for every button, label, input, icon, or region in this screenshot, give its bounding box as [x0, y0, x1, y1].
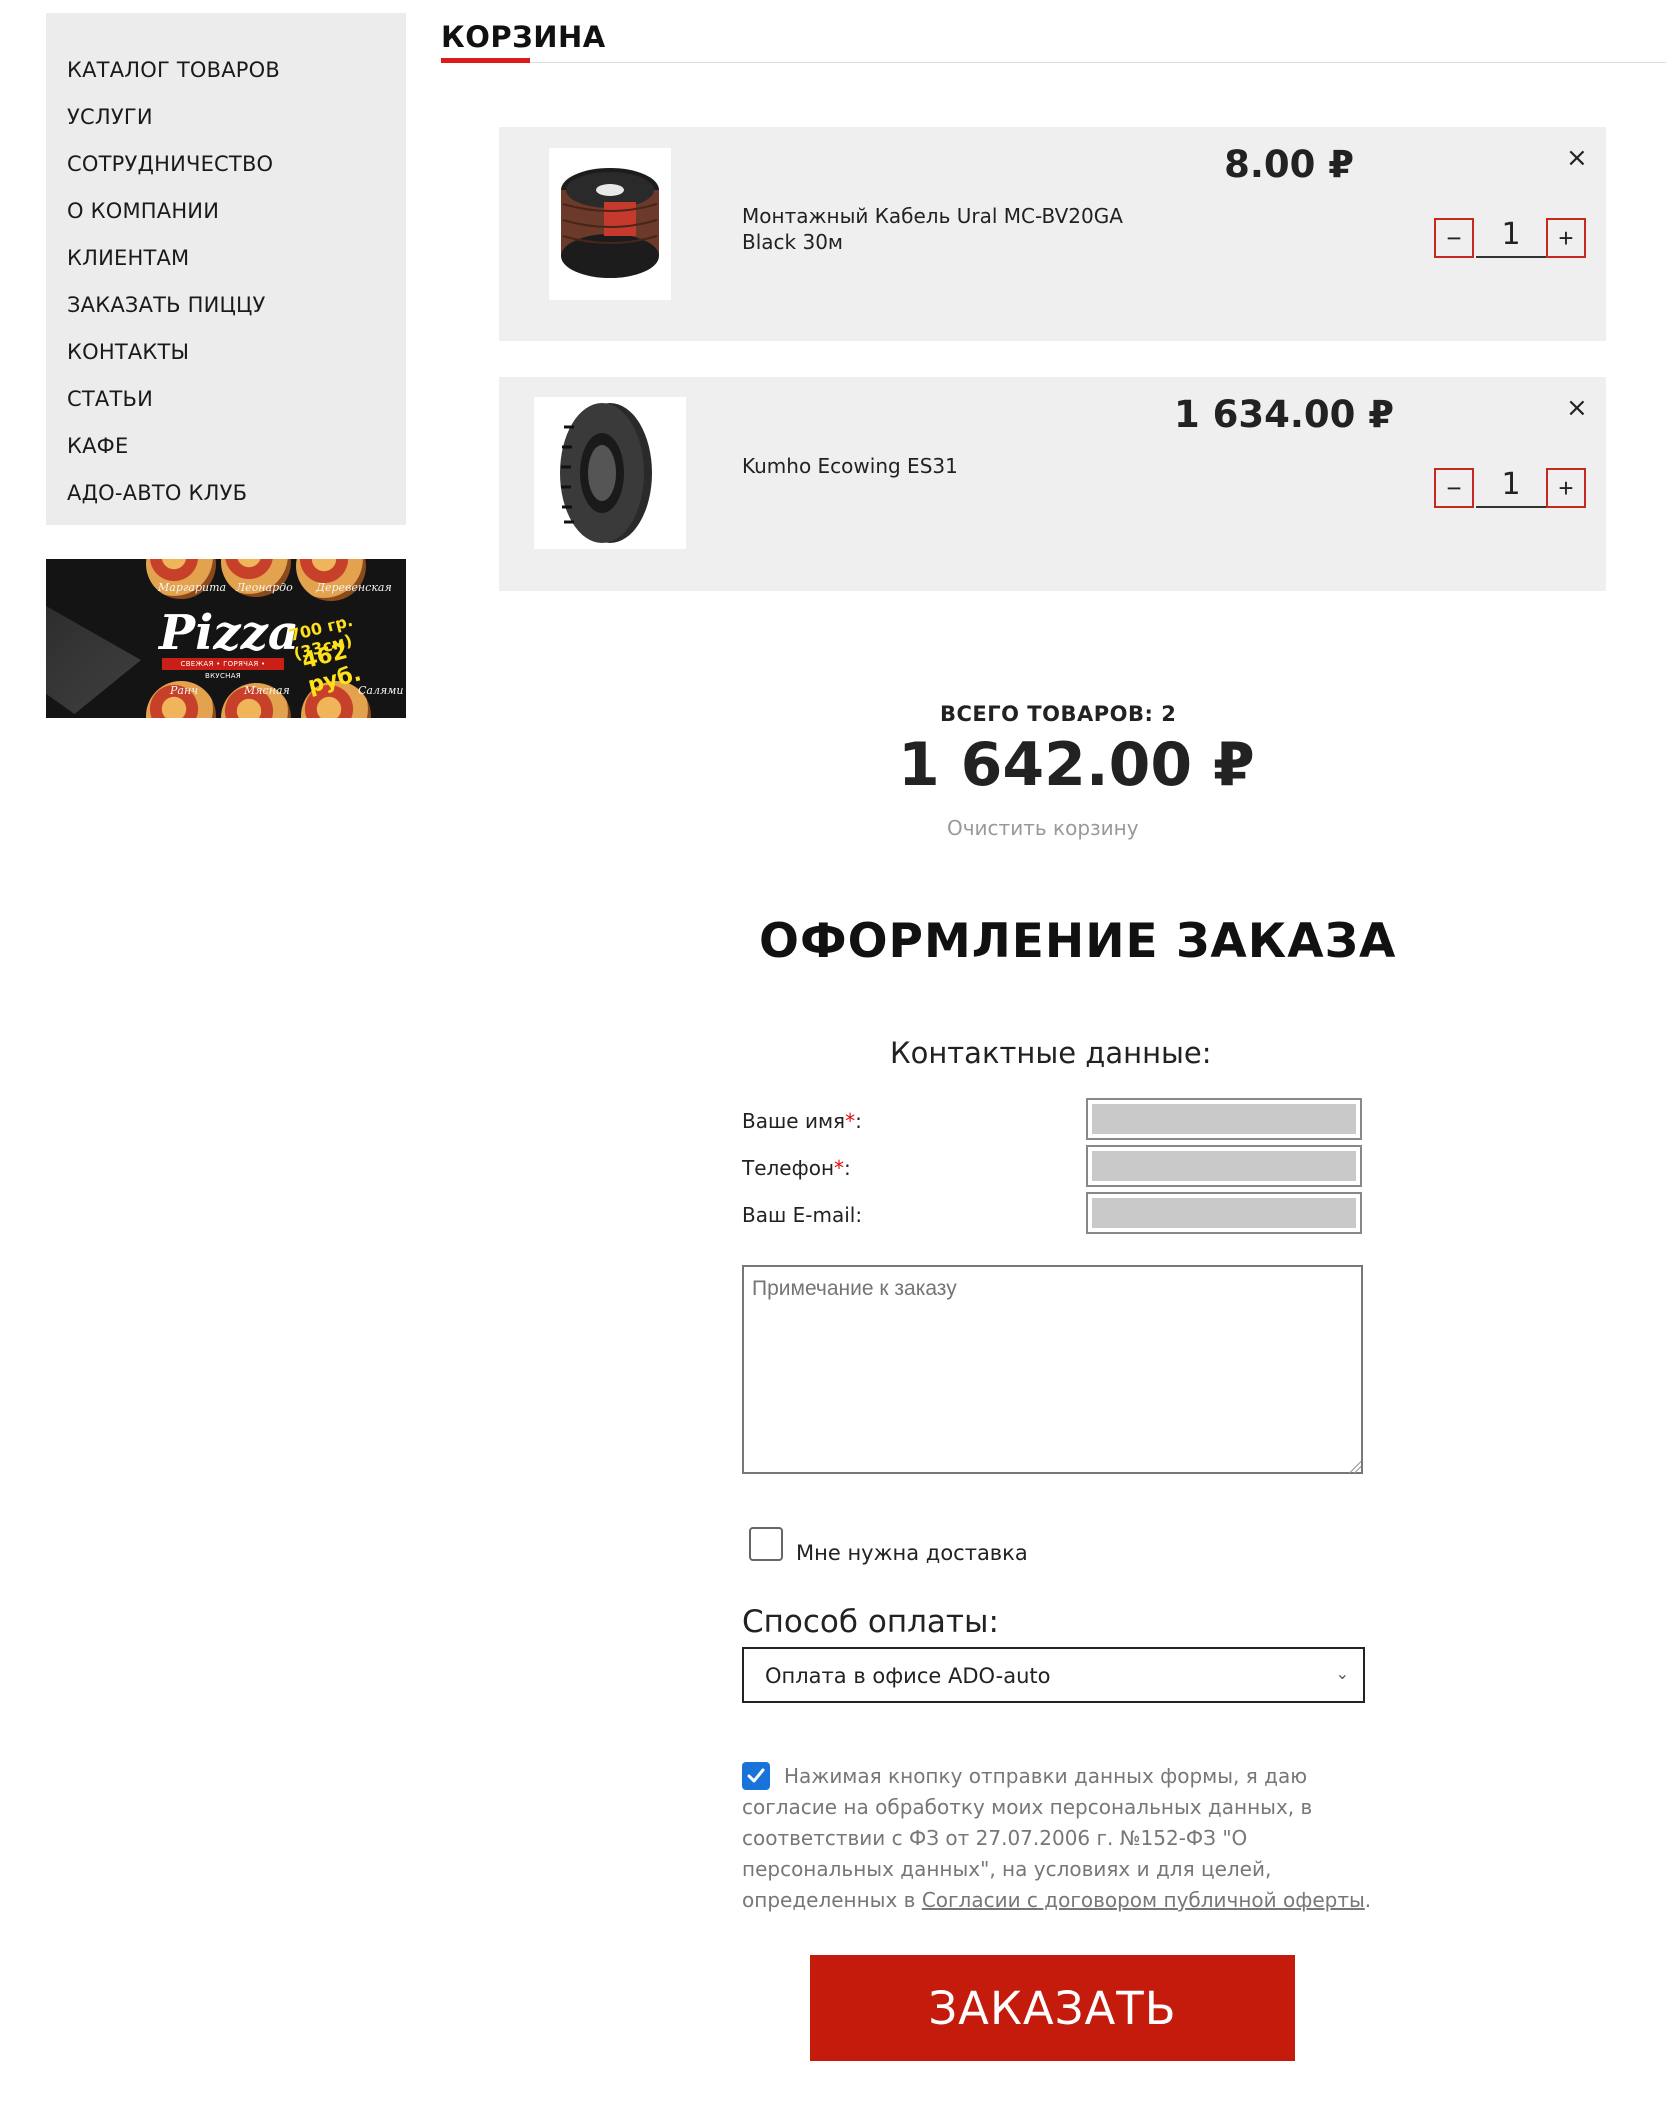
sidebar-item-about[interactable]: О КОМПАНИИ: [46, 182, 406, 229]
sidebar-item-cooperation[interactable]: СОТРУДНИЧЕСТВО: [46, 135, 406, 182]
tire-image[interactable]: [534, 397, 686, 549]
total-items-count: ВСЕГО ТОВАРОВ: 2: [940, 702, 1177, 726]
payment-method-select[interactable]: Оплата в офисе ADO-auto ⌄: [742, 1647, 1365, 1703]
required-mark: *: [834, 1156, 845, 1180]
checkmark-icon: [747, 1768, 765, 1783]
redacted-value: [1092, 1104, 1356, 1134]
pizza-name-label: Маргарита: [158, 581, 227, 594]
chevron-down-icon: ⌄: [1335, 1664, 1349, 1683]
label-colon: :: [844, 1156, 851, 1180]
product-price: 1 634.00 ₽: [1173, 393, 1394, 436]
clear-cart-link[interactable]: Очистить корзину: [947, 816, 1139, 840]
sidebar-item-order-pizza[interactable]: ЗАКАЗАТЬ ПИЦЦУ: [46, 276, 406, 323]
quantity-decrease-button[interactable]: −: [1434, 468, 1474, 508]
redacted-value: [1092, 1198, 1356, 1228]
sidebar-item-catalog[interactable]: КАТАЛОГ ТОВАРОВ: [46, 41, 406, 88]
total-sum: 1 642.00 ₽: [898, 730, 1255, 800]
product-name[interactable]: Монтажный Кабель Ural MC-BV20GA Black 30…: [742, 203, 1162, 255]
required-mark: *: [845, 1109, 856, 1133]
email-field-label: Ваш E-mail:: [742, 1203, 863, 1227]
contacts-heading: Контактные данные:: [890, 1036, 1212, 1070]
title-accent-underline: [441, 58, 530, 63]
redacted-value: [1092, 1151, 1356, 1181]
cable-spool-image[interactable]: [549, 148, 671, 300]
payment-selected-value: Оплата в офисе ADO-auto: [765, 1664, 1051, 1688]
pizza-graphic: [296, 559, 366, 601]
pizza-banner[interactable]: Маргарита Леонардо Деревенская Ранч Мясн…: [46, 559, 406, 718]
close-icon[interactable]: ×: [1566, 143, 1588, 173]
name-field[interactable]: [1086, 1098, 1362, 1140]
sidebar-item-articles[interactable]: СТАТЬИ: [46, 370, 406, 417]
resize-grip-icon[interactable]: [1349, 1461, 1361, 1473]
delivery-label[interactable]: Мне нужна доставка: [796, 1541, 1028, 1565]
phone-field[interactable]: [1086, 1145, 1362, 1187]
quantity-decrease-button[interactable]: −: [1434, 218, 1474, 258]
name-field-label: Ваше имя*:: [742, 1109, 862, 1133]
consent-end: .: [1364, 1888, 1372, 1912]
phone-label-text: Телефон: [742, 1156, 835, 1180]
pizza-name-label: Деревенская: [316, 581, 392, 594]
quantity-input[interactable]: [1476, 212, 1546, 258]
cart-item: Kumho Ecowing ES31 1 634.00 ₽ × − +: [499, 377, 1606, 591]
banner-title: Pizza: [159, 605, 299, 661]
name-label-text: Ваше имя: [742, 1109, 846, 1133]
product-name[interactable]: Kumho Ecowing ES31: [742, 453, 1162, 479]
sidebar-item-club[interactable]: АДО-АВТО КЛУБ: [46, 464, 406, 511]
sidebar-item-contacts[interactable]: КОНТАКТЫ: [46, 323, 406, 370]
pizza-name-label: Леонардо: [236, 581, 293, 594]
delivery-checkbox[interactable]: [749, 1527, 783, 1561]
pizza-board-graphic: [46, 606, 141, 714]
cart-item: Монтажный Кабель Ural MC-BV20GA Black 30…: [499, 127, 1606, 341]
sidebar-item-services[interactable]: УСЛУГИ: [46, 88, 406, 135]
email-field[interactable]: [1086, 1192, 1362, 1234]
sidebar-item-clients[interactable]: КЛИЕНТАМ: [46, 229, 406, 276]
order-note-textarea[interactable]: [742, 1265, 1363, 1474]
pizza-name-label: Салями: [358, 684, 404, 697]
pizza-name-label: Мясная: [244, 684, 290, 697]
sidebar-menu: КАТАЛОГ ТОВАРОВ УСЛУГИ СОТРУДНИЧЕСТВО О …: [46, 13, 406, 525]
payment-heading: Способ оплаты:: [742, 1604, 999, 1640]
consent-checkbox[interactable]: [742, 1762, 770, 1790]
page-title: КОРЗИНА: [441, 20, 606, 54]
title-divider: [441, 62, 1666, 63]
phone-field-label: Телефон*:: [742, 1156, 851, 1180]
consent-text: Нажимая кнопку отправки данных формы, я …: [742, 1761, 1382, 1916]
close-icon[interactable]: ×: [1566, 393, 1588, 423]
sidebar-item-cafe[interactable]: КАФЕ: [46, 417, 406, 464]
product-price: 8.00 ₽: [1224, 143, 1354, 186]
banner-subtitle: СВЕЖАЯ • ГОРЯЧАЯ • ВКУСНАЯ: [162, 658, 284, 680]
checkout-title: ОФОРМЛЕНИЕ ЗАКАЗА: [759, 914, 1397, 969]
quantity-input[interactable]: [1476, 462, 1546, 508]
label-colon: :: [855, 1109, 862, 1133]
order-submit-button[interactable]: ЗАКАЗАТЬ: [810, 1955, 1295, 2061]
pizza-name-label: Ранч: [170, 684, 199, 697]
quantity-increase-button[interactable]: +: [1546, 218, 1586, 258]
offer-agreement-link[interactable]: Согласии с договором публичной оферты: [922, 1888, 1365, 1912]
quantity-increase-button[interactable]: +: [1546, 468, 1586, 508]
